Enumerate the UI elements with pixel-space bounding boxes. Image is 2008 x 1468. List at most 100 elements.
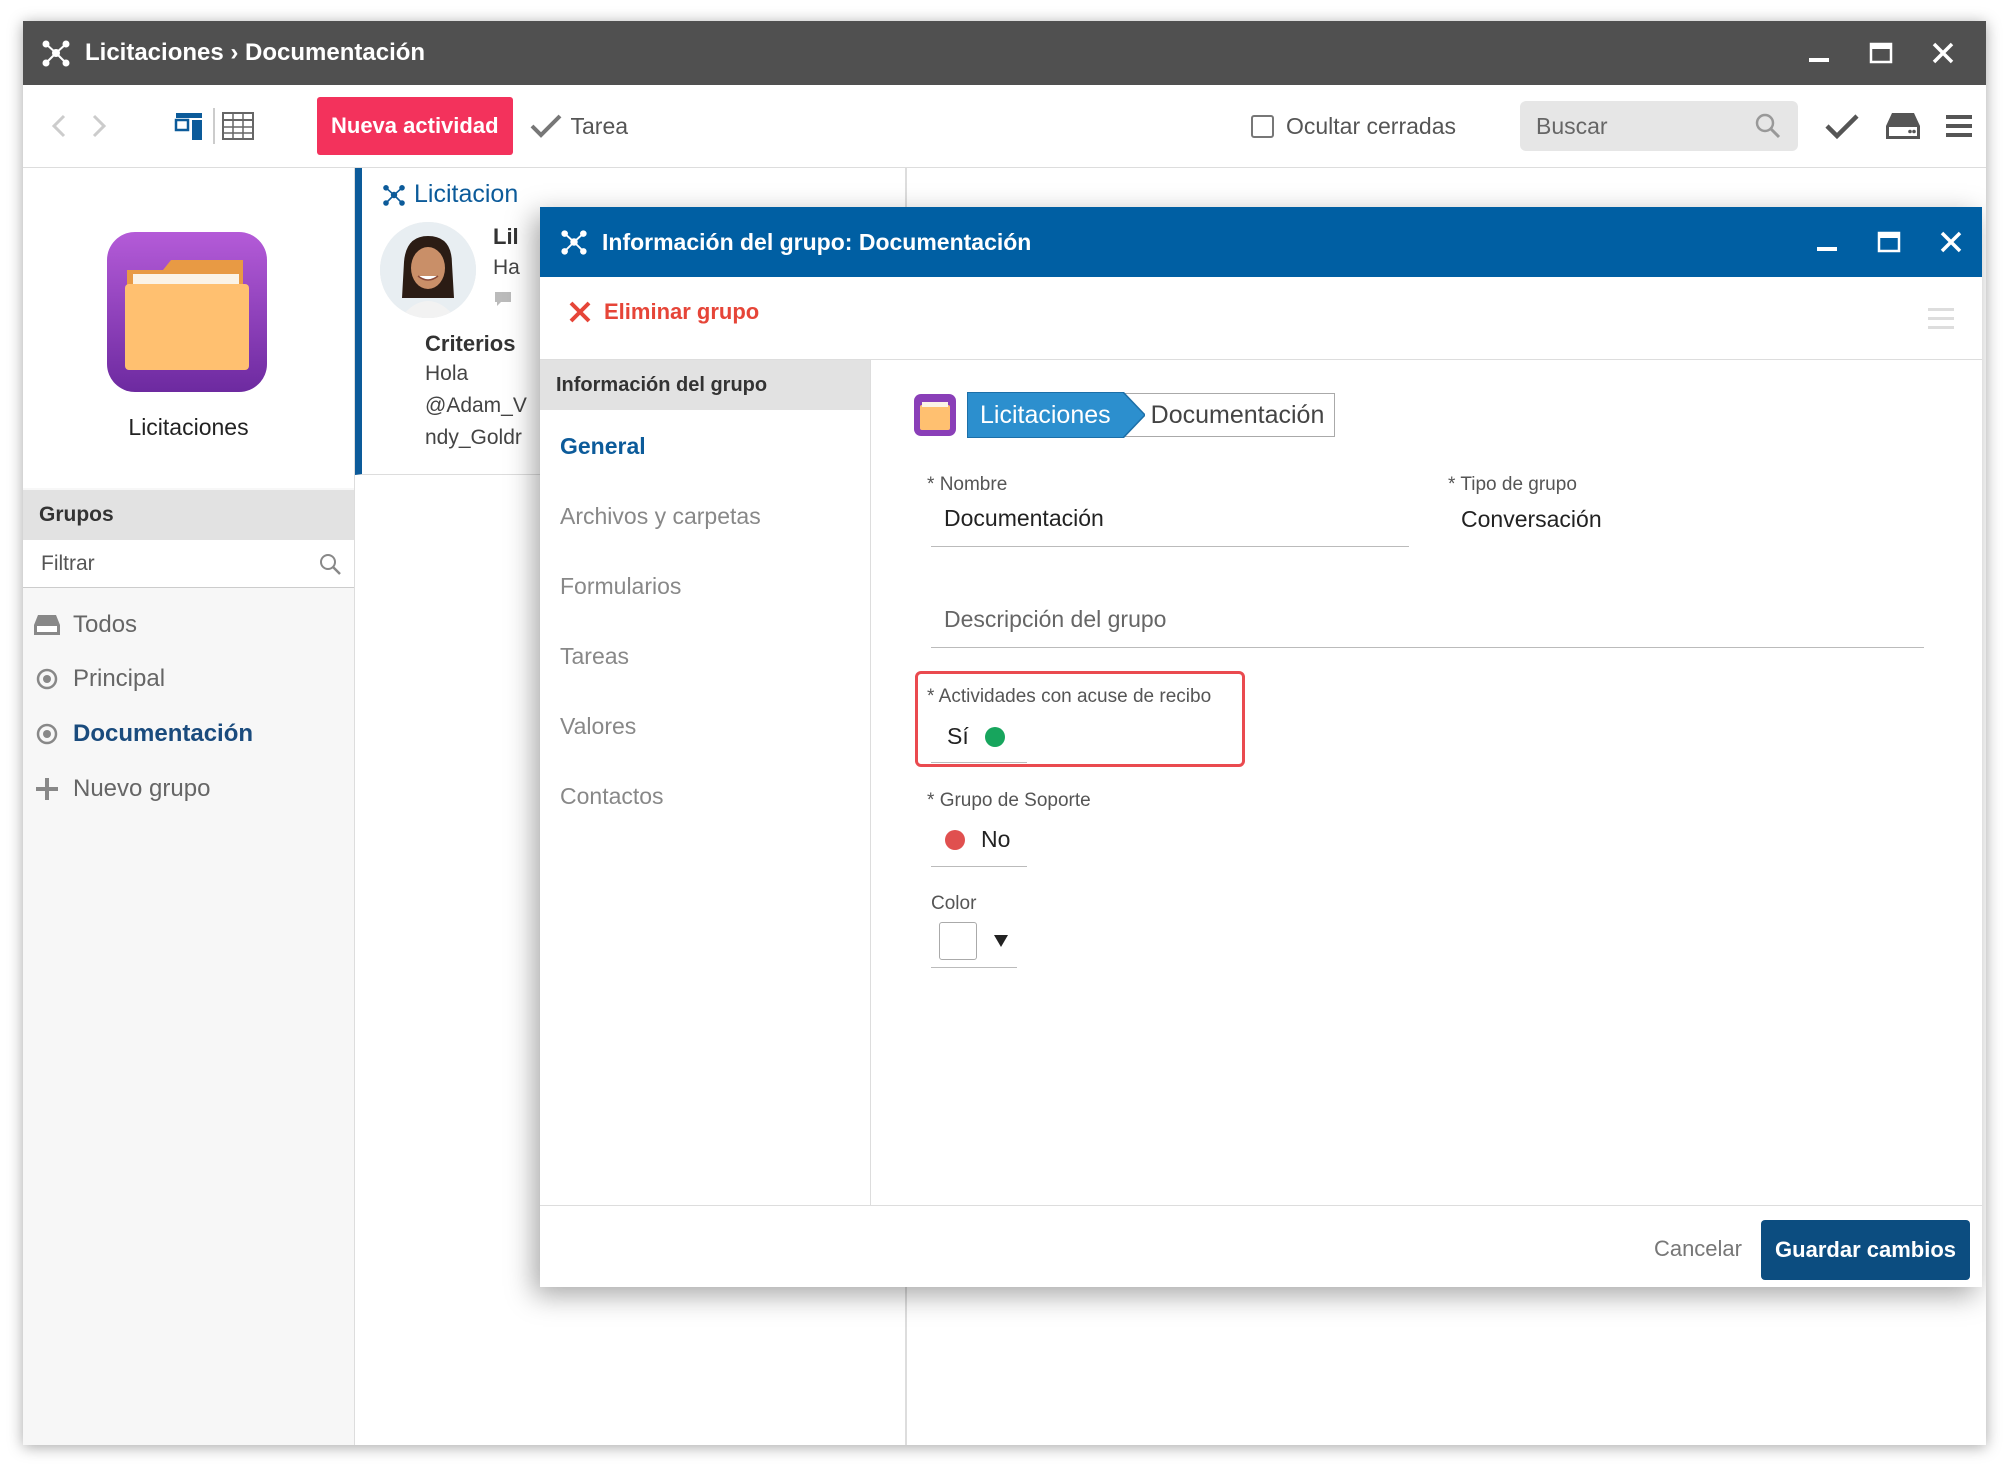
tab-contacts[interactable]: Contactos — [560, 783, 664, 810]
checkmark-icon — [530, 114, 561, 138]
required-mark: * — [927, 474, 935, 495]
caret-down-icon — [994, 935, 1008, 947]
search-input[interactable]: Buscar — [1520, 101, 1798, 151]
sidebar-item-label: Principal — [73, 665, 166, 692]
hamburger-icon[interactable] — [1926, 305, 1956, 333]
author-subtitle: Ha — [493, 256, 520, 279]
tab-general[interactable]: General — [560, 433, 646, 460]
type-label: Tipo de grupo — [1460, 474, 1577, 495]
activity-body-line: ndy_Goldr — [425, 426, 522, 449]
group-filter-input[interactable]: Filtrar — [23, 540, 354, 588]
sidebar-item-documentacion[interactable]: Documentación — [33, 714, 253, 754]
support-toggle[interactable]: No — [945, 826, 1010, 853]
checkmark-icon — [1825, 114, 1859, 140]
save-changes-label: Guardar cambios — [1775, 1237, 1956, 1262]
dialog-close-button[interactable] — [1920, 207, 1982, 277]
groups-header: Grupos — [23, 490, 354, 540]
search-icon — [320, 553, 341, 575]
color-picker[interactable] — [939, 922, 1009, 960]
dialog-minimize-button[interactable] — [1796, 207, 1858, 277]
breadcrumb: Licitaciones Documentación — [913, 392, 1336, 438]
breadcrumb-arrow — [1122, 392, 1145, 438]
description-field[interactable]: Descripción del grupo — [944, 606, 1166, 633]
project-card: Licitaciones — [23, 168, 354, 488]
search-placeholder: Buscar — [1536, 112, 1608, 139]
ack-value: Sí — [947, 723, 969, 749]
breadcrumb-current: Documentación — [1122, 393, 1336, 437]
checkbox-box[interactable] — [1250, 114, 1274, 138]
sidebar: Licitaciones Grupos Filtrar Todos Princi… — [23, 168, 355, 1445]
comment-icon — [495, 292, 511, 306]
inbox-button[interactable] — [1884, 110, 1922, 142]
tab-files-folders[interactable]: Archivos y carpetas — [560, 503, 761, 530]
support-field-label: * Grupo de Soporte — [927, 790, 1091, 812]
ack-field-label: * Actividades con acuse de recibo — [927, 686, 1211, 708]
dialog-section-header: Información del grupo — [540, 360, 870, 410]
dialog-nav: Información del grupo General Archivos y… — [540, 360, 871, 1205]
tab-tasks[interactable]: Tareas — [560, 643, 629, 670]
network-icon — [561, 230, 587, 255]
sidebar-item-principal[interactable]: Principal — [33, 659, 165, 699]
tab-values[interactable]: Valores — [560, 713, 636, 740]
inbox-icon — [33, 611, 61, 639]
ack-toggle[interactable]: Sí — [947, 723, 1005, 750]
mark-done-button[interactable] — [1824, 111, 1860, 141]
name-field-label: * Nombre — [927, 474, 1007, 496]
name-label: Nombre — [939, 474, 1008, 495]
delete-group-button[interactable]: Eliminar grupo — [568, 299, 759, 325]
task-label: Tarea — [570, 112, 629, 139]
minimize-button[interactable] — [1788, 21, 1850, 85]
type-field-label: * Tipo de grupo — [1448, 474, 1577, 496]
color-swatch — [939, 922, 977, 960]
search-icon[interactable] — [1754, 112, 1782, 140]
activity-title: Licitacion — [382, 180, 518, 209]
name-field[interactable]: Documentación — [944, 505, 1104, 532]
ack-underline — [931, 762, 1027, 763]
sidebar-item-todos[interactable]: Todos — [33, 605, 137, 645]
breadcrumb-parent-label: Licitaciones — [980, 400, 1111, 429]
support-label: Grupo de Soporte — [939, 790, 1091, 811]
radio-target-icon — [33, 720, 61, 748]
close-button[interactable] — [1912, 21, 1974, 85]
dialog-title-bar: Información del grupo: Documentación — [540, 207, 1982, 277]
name-underline — [931, 546, 1409, 547]
sidebar-item-new-group[interactable]: Nuevo grupo — [33, 769, 210, 809]
activity-heading: Criterios — [425, 331, 516, 356]
dialog-footer: Cancelar Guardar cambios — [540, 1205, 1982, 1287]
chevron-right-icon — [92, 114, 107, 138]
sidebar-item-label: Nuevo grupo — [73, 775, 211, 802]
cancel-button[interactable]: Cancelar — [1654, 1236, 1742, 1262]
breadcrumb-parent[interactable]: Licitaciones — [967, 392, 1124, 438]
save-changes-button[interactable]: Guardar cambios — [1761, 1220, 1970, 1280]
new-activity-button[interactable]: Nueva actividad — [317, 97, 513, 155]
ack-label: Actividades con acuse de recibo — [938, 686, 1212, 707]
main-menu-button[interactable] — [1944, 112, 1974, 140]
sidebar-item-label: Documentación — [73, 720, 254, 747]
forward-button[interactable] — [79, 106, 119, 146]
network-icon — [383, 184, 405, 206]
app-window: Licitaciones › Documentación Nueva activ… — [23, 21, 1986, 1445]
radio-target-icon — [33, 665, 61, 693]
folder-icon — [914, 394, 956, 436]
inbox-drive-icon — [1886, 113, 1920, 139]
maximize-button[interactable] — [1850, 21, 1912, 85]
window-controls — [1788, 21, 1974, 85]
project-name: Licitaciones — [128, 414, 249, 440]
maximize-icon — [1877, 231, 1901, 253]
activity-body-line: Hola — [425, 362, 469, 385]
back-button[interactable] — [39, 106, 79, 146]
divider — [213, 108, 215, 144]
avatar — [380, 222, 476, 318]
hide-closed-checkbox[interactable]: Ocultar cerradas — [1250, 113, 1456, 140]
table-view-button[interactable] — [221, 111, 255, 141]
status-dot-yes — [984, 726, 1005, 747]
dialog-maximize-button[interactable] — [1858, 207, 1920, 277]
activity-body-line: @Adam_V — [425, 394, 527, 417]
split-view-button[interactable] — [173, 109, 207, 143]
tab-forms[interactable]: Formularios — [560, 573, 681, 600]
description-underline — [931, 647, 1924, 648]
required-mark: * — [927, 790, 935, 811]
window-title: Licitaciones › Documentación — [85, 39, 426, 66]
task-button[interactable]: Tarea — [529, 112, 629, 140]
sidebar-item-label: Todos — [73, 611, 138, 638]
